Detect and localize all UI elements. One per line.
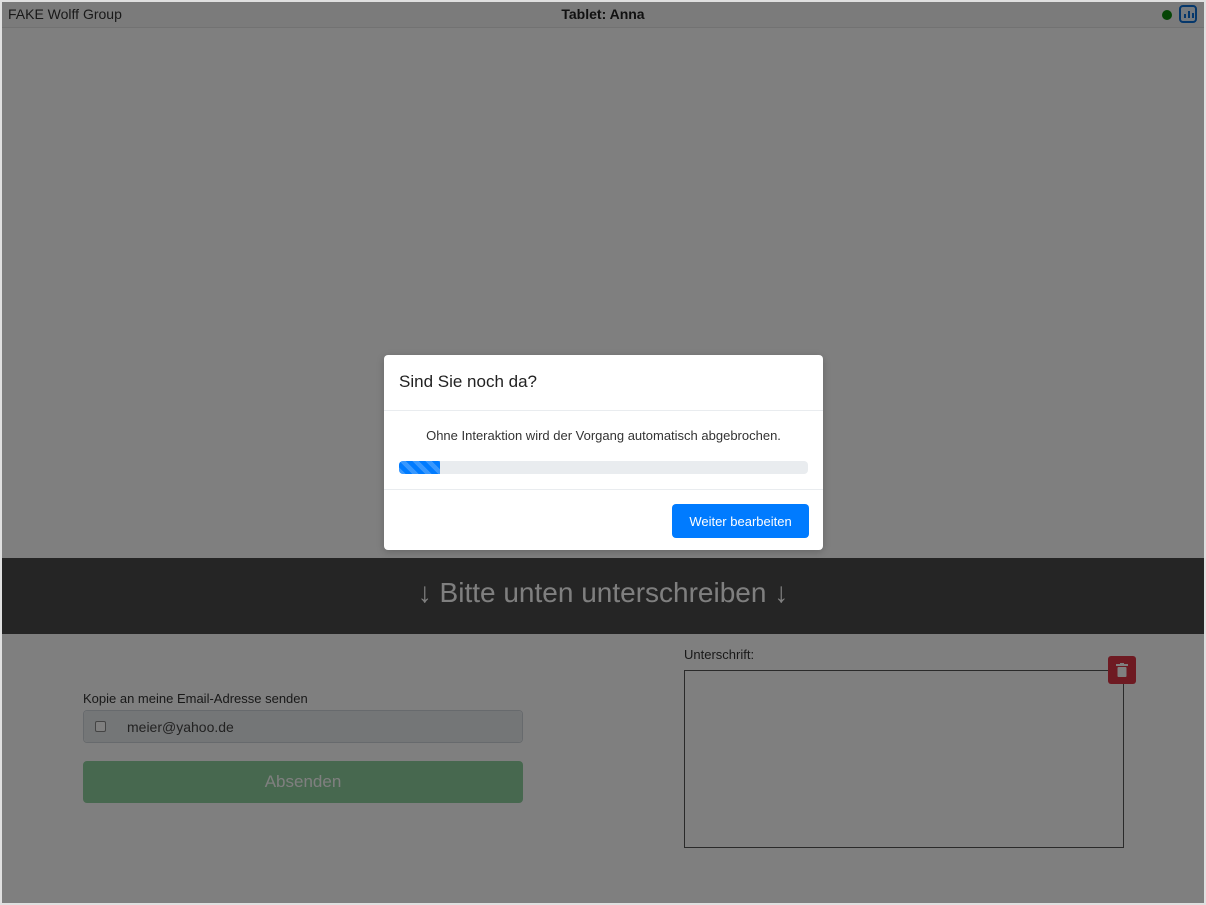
timeout-progress-fill xyxy=(399,461,440,474)
modal-title: Sind Sie noch da? xyxy=(399,372,537,391)
timeout-progress-bar xyxy=(399,461,808,474)
modal-footer-divider xyxy=(384,489,823,490)
inactivity-modal: Sind Sie noch da? Ohne Interaktion wird … xyxy=(384,355,823,550)
app-root: FAKE Wolff Group Tablet: Anna ↓ Bitte un… xyxy=(0,0,1206,905)
modal-header: Sind Sie noch da? xyxy=(384,355,823,411)
modal-message: Ohne Interaktion wird der Vorgang automa… xyxy=(426,428,781,443)
continue-button[interactable]: Weiter bearbeiten xyxy=(672,504,809,538)
